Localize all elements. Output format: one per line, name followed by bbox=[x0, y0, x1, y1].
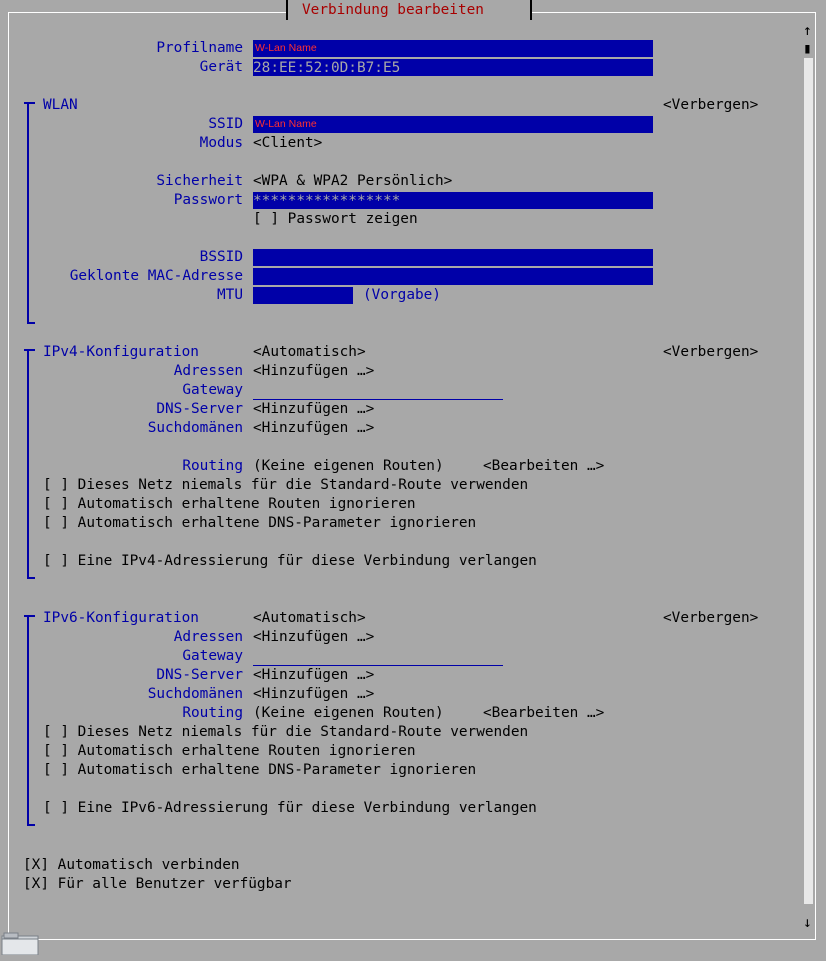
all-users-checkbox[interactable]: [X] Für alle Benutzer verfügbar bbox=[23, 875, 292, 894]
ipv6-never-default-checkbox[interactable]: [ ] Dieses Netz niemals für die Standard… bbox=[43, 723, 528, 742]
ipv4-mode-select[interactable]: <Automatisch> bbox=[253, 343, 366, 362]
profile-name-label: Profilname bbox=[156, 40, 243, 56]
scroll-thumb[interactable]: ▮ bbox=[803, 40, 812, 59]
ipv4-routing-edit-button[interactable]: <Bearbeiten …> bbox=[483, 457, 604, 476]
password-label: Passwort bbox=[173, 192, 243, 208]
device-label: Gerät bbox=[199, 59, 243, 75]
password-input[interactable]: ***************** bbox=[253, 192, 653, 209]
ipv6-section-cap bbox=[24, 615, 35, 617]
mtu-label: MTU bbox=[217, 287, 243, 303]
ipv4-add-dns-button[interactable]: <Hinzufügen …> bbox=[253, 400, 374, 419]
ipv6-routing-edit-button[interactable]: <Bearbeiten …> bbox=[483, 704, 604, 723]
ipv4-search-label: Suchdomänen bbox=[147, 420, 243, 436]
mtu-input[interactable] bbox=[253, 287, 353, 304]
ipv4-require-checkbox[interactable]: [ ] Eine IPv4-Adressierung für diese Ver… bbox=[43, 552, 537, 571]
ipv6-dns-label: DNS-Server bbox=[156, 667, 243, 683]
wlan-hide-button[interactable]: <Verbergen> bbox=[663, 96, 758, 115]
ipv6-add-address-button[interactable]: <Hinzufügen …> bbox=[253, 628, 374, 647]
cloned-mac-label: Geklonte MAC-Adresse bbox=[69, 268, 243, 284]
ipv4-gateway-input[interactable] bbox=[253, 385, 503, 400]
wlan-section-end bbox=[27, 322, 35, 324]
security-select[interactable]: <WPA & WPA2 Persönlich> bbox=[253, 172, 452, 191]
ipv4-dns-label: DNS-Server bbox=[156, 401, 243, 417]
security-label: Sicherheit bbox=[156, 173, 243, 189]
ipv4-add-search-button[interactable]: <Hinzufügen …> bbox=[253, 419, 374, 438]
ipv4-routing-label: Routing bbox=[182, 458, 243, 474]
cloned-mac-input[interactable] bbox=[253, 268, 653, 285]
ipv6-ignore-routes-checkbox[interactable]: [ ] Automatisch erhaltene Routen ignorie… bbox=[43, 742, 416, 761]
ssid-label: SSID bbox=[208, 116, 243, 132]
scroll-down-icon[interactable]: ↓ bbox=[803, 914, 812, 933]
ipv6-section-bar bbox=[27, 615, 29, 826]
ipv4-hide-button[interactable]: <Verbergen> bbox=[663, 343, 758, 362]
ipv4-addresses-label: Adressen bbox=[173, 363, 243, 379]
ipv4-header: IPv4-Konfiguration bbox=[43, 344, 199, 360]
mtu-default-hint: (Vorgabe) bbox=[363, 287, 441, 303]
ipv6-hide-button[interactable]: <Verbergen> bbox=[663, 609, 758, 628]
show-password-checkbox[interactable]: [ ] Passwort zeigen bbox=[253, 210, 418, 229]
profile-name-input[interactable]: W-Lan Name bbox=[253, 40, 653, 57]
ipv4-never-default-checkbox[interactable]: [ ] Dieses Netz niemals für die Standard… bbox=[43, 476, 528, 495]
ipv6-section-end bbox=[27, 824, 35, 826]
ipv4-routing-value: (Keine eigenen Routen) bbox=[253, 458, 444, 474]
ipv6-ignore-dns-checkbox[interactable]: [ ] Automatisch erhaltene DNS-Parameter … bbox=[43, 761, 476, 780]
ssid-input[interactable]: W-Lan Name bbox=[253, 116, 653, 133]
ipv6-routing-label: Routing bbox=[182, 705, 243, 721]
ipv4-ignore-dns-checkbox[interactable]: [ ] Automatisch erhaltene DNS-Parameter … bbox=[43, 514, 476, 533]
ipv4-ignore-routes-checkbox[interactable]: [ ] Automatisch erhaltene Routen ignorie… bbox=[43, 495, 416, 514]
device-input[interactable]: 28:EE:52:0D:B7:E5 bbox=[253, 59, 653, 76]
ipv6-mode-select[interactable]: <Automatisch> bbox=[253, 609, 366, 628]
ipv6-addresses-label: Adressen bbox=[173, 629, 243, 645]
connection-editor-screen: Verbindung bearbeiten ↑ ▮ ↓ Profilname W… bbox=[0, 0, 826, 956]
ipv6-search-label: Suchdomänen bbox=[147, 686, 243, 702]
ipv6-gateway-input[interactable] bbox=[253, 651, 503, 666]
wlan-section-cap bbox=[24, 102, 35, 104]
wlan-header: WLAN bbox=[43, 97, 78, 113]
ipv4-section-cap bbox=[24, 349, 35, 351]
ipv6-add-search-button[interactable]: <Hinzufügen …> bbox=[253, 685, 374, 704]
bssid-input[interactable] bbox=[253, 249, 653, 266]
ipv4-section-bar bbox=[27, 349, 29, 579]
wlan-section-bar bbox=[27, 102, 29, 324]
ipv6-gateway-label: Gateway bbox=[182, 648, 243, 664]
ipv6-header: IPv6-Konfiguration bbox=[43, 610, 199, 626]
autoconnect-checkbox[interactable]: [X] Automatisch verbinden bbox=[23, 856, 240, 875]
mode-select[interactable]: <Client> bbox=[253, 134, 322, 153]
ipv4-add-address-button[interactable]: <Hinzufügen …> bbox=[253, 362, 374, 381]
ipv6-require-checkbox[interactable]: [ ] Eine IPv6-Adressierung für diese Ver… bbox=[43, 799, 537, 818]
ipv4-gateway-label: Gateway bbox=[182, 382, 243, 398]
ipv4-section-end bbox=[27, 577, 35, 579]
bssid-label: BSSID bbox=[199, 249, 243, 265]
ipv6-routing-value: (Keine eigenen Routen) bbox=[253, 705, 444, 721]
ipv6-add-dns-button[interactable]: <Hinzufügen …> bbox=[253, 666, 374, 685]
mode-label: Modus bbox=[199, 135, 243, 151]
folder-icon[interactable] bbox=[0, 930, 40, 956]
scroll-up-icon[interactable]: ↑ bbox=[803, 22, 812, 41]
dialog-title: Verbindung bearbeiten bbox=[302, 2, 484, 18]
dialog-title-box: Verbindung bearbeiten bbox=[286, 0, 532, 20]
scrollbar-track[interactable] bbox=[804, 58, 813, 904]
